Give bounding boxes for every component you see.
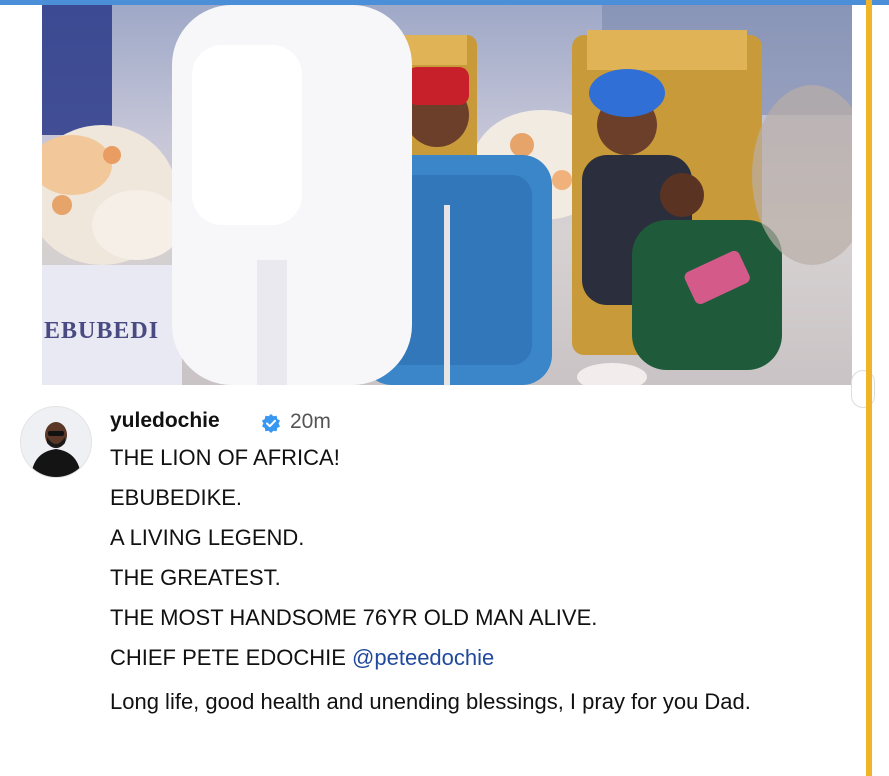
caption-line: THE LION OF AFRICA! — [110, 445, 340, 470]
foreground-blur — [577, 363, 647, 385]
mention-link[interactable]: @peteedochie — [352, 645, 494, 670]
caption-line: A LIVING LEGEND. — [110, 525, 305, 550]
post-author[interactable]: yuledochie — [110, 409, 220, 433]
flower-arrangement-left — [42, 125, 182, 265]
caption-line-chief: CHIEF PETE EDOCHIE @peteedochie — [110, 647, 860, 669]
avatar-image — [21, 407, 91, 477]
post-caption: THE LION OF AFRICA! EBUBEDIKE. A LIVING … — [110, 447, 860, 717]
caption-blessing: Long life, good health and unending bles… — [110, 689, 751, 714]
caption-line: THE MOST HANDSOME 76YR OLD MAN ALIVE. — [110, 605, 598, 630]
avatar[interactable] — [20, 406, 92, 478]
photo-scene: EBUBEDI — [42, 5, 852, 385]
caption-line: THE GREATEST. — [110, 565, 281, 590]
post-timestamp: 20m — [290, 410, 331, 433]
chief-name: CHIEF PETE EDOCHIE — [110, 645, 346, 670]
banner-text: EBUBEDI — [44, 318, 159, 344]
caption-line: EBUBEDIKE. — [110, 485, 243, 510]
left-figure-shadow — [42, 5, 112, 135]
post-photo[interactable]: EBUBEDI — [42, 5, 852, 385]
man-in-white — [172, 5, 412, 385]
accent-sidebar — [866, 0, 872, 776]
verified-badge-icon — [261, 413, 281, 433]
